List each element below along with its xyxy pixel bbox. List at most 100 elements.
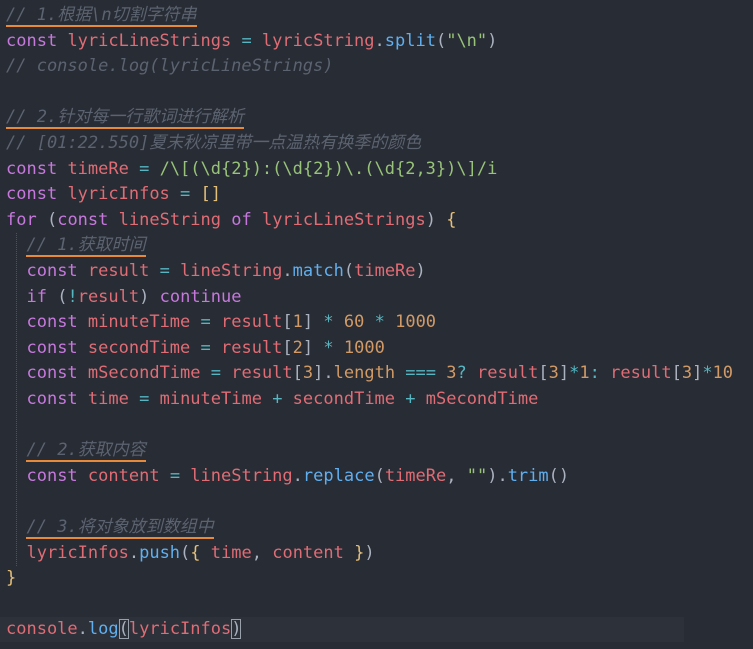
code-token: { [446,209,457,230]
code-token: const [26,312,78,333]
code-token: , [446,465,467,486]
code-line[interactable]: if (!result) continue [6,285,241,310]
code-token: = [128,158,160,179]
code-token: === [395,363,447,384]
code-token: [ [282,312,293,333]
code-line[interactable]: const result = lineString.match(timeRe) [6,259,426,284]
code-token: lyricInfos [26,542,129,563]
code-token: of [221,209,262,230]
code-token: 3 [302,363,314,384]
code-token: result [476,363,539,384]
code-line[interactable]: const time = minuteTime + secondTime + m… [6,387,538,412]
code-comment: // 2.针对每一行歌词进行解析 [6,107,245,130]
code-token: time [210,542,252,563]
code-token: * [313,312,344,333]
code-token: const [26,389,78,409]
code-token: ) [487,30,498,51]
code-comment: // 1.获取时间 [26,235,146,258]
code-token: minuteTime [87,312,191,333]
code-token: } [343,542,365,563]
code-token: * [364,312,396,333]
code-token: , [251,542,273,563]
code-token: result [87,261,150,281]
code-token: } [6,568,17,589]
code-line[interactable]: const secondTime = result[2] * 1000 [6,336,385,361]
code-line[interactable]: const lyricInfos = [] [6,182,221,207]
code-token: ] [302,337,314,358]
code-comment: // 3.将对象放到数组中 [26,517,214,539]
code-token: [ [282,337,293,358]
code-token: lyricInfos [128,619,232,640]
code-token: "" [466,465,488,486]
code-token: 3 [681,363,693,384]
code-editor[interactable]: // 1.根据\n切割字符串 const lyricLineStrings = l… [0,0,753,649]
code-comment: // [01:22.550]夏末秋凉里带一点温热有换季的颜色 [6,133,422,153]
code-token: . [128,542,140,563]
code-token: lineString [190,465,293,486]
code-token: : [589,363,611,384]
code-token: [ [671,363,682,384]
code-line[interactable]: lyricInfos.push({ time, content }) [6,541,374,566]
code-token: = [169,184,201,205]
code-token: 1 [292,312,303,333]
indent-guide [16,233,17,567]
code-token: ( [118,619,129,640]
code-token: ] [558,363,570,384]
code-line[interactable]: // 1.获取时间 [6,233,146,258]
code-token: trim [507,465,549,486]
code-token: secondTime [292,389,396,409]
code-token: content [272,542,344,563]
code-token: = [231,30,262,51]
code-token: = [128,389,160,409]
code-token: const [57,209,109,230]
code-line[interactable]: } [6,566,16,591]
code-token: 1000 [343,337,385,358]
code-token: 1 [579,363,590,384]
code-line[interactable]: const minuteTime = result[1] * 60 * 1000 [6,310,436,335]
code-token: timeRe [354,261,416,281]
code-token: 2 [292,337,303,358]
code-line[interactable]: // 1.根据\n切割字符串 [6,3,197,28]
code-token: result [77,286,140,307]
code-token: if [26,286,47,307]
code-token: console [6,619,78,640]
code-token: * [702,363,713,384]
code-line[interactable]: console.log(lyricInfos) [0,617,684,643]
code-line[interactable]: // console.log(lyricLineStrings) [6,54,334,79]
code-token: lyricLineStrings [67,30,232,51]
code-token: log [87,619,119,640]
code-line[interactable]: // 3.将对象放到数组中 [6,515,214,540]
code-token: ( [343,261,355,281]
code-token: content [87,465,160,486]
code-token: = [190,337,221,358]
code-token: mSecondTime [87,363,201,384]
code-token: ) [139,286,160,307]
code-token: 3 [548,363,559,384]
code-token: match [292,261,344,281]
code-token: = [159,465,191,486]
code-line[interactable]: const content = lineString.replace(timeR… [6,464,569,489]
code-token: ( [435,30,447,51]
code-token: () [548,465,570,486]
code-token: ). [487,465,508,486]
code-token: . [282,261,293,281]
code-token: result [221,337,283,358]
code-line[interactable]: // 2.获取内容 [6,438,146,463]
code-line[interactable]: const lyricLineStrings = lyricString.spl… [6,29,497,54]
code-token: . [374,30,385,51]
code-line[interactable]: for (const lineString of lyricLineString… [6,208,456,233]
code-token: + [395,389,426,409]
code-line[interactable]: const mSecondTime = result[3].length ===… [6,361,733,386]
code-line[interactable]: const timeRe = /\[(\d{2}):(\d{2})\.(\d{2… [6,157,497,182]
code-token: ( [36,209,58,230]
code-token: ) [415,261,426,281]
code-token: ) [231,619,242,640]
code-line[interactable]: // 2.针对每一行歌词进行解析 [6,105,245,130]
code-line[interactable]: // [01:22.550]夏末秋凉里带一点温热有换季的颜色 [6,131,421,156]
code-token: = [149,261,181,281]
